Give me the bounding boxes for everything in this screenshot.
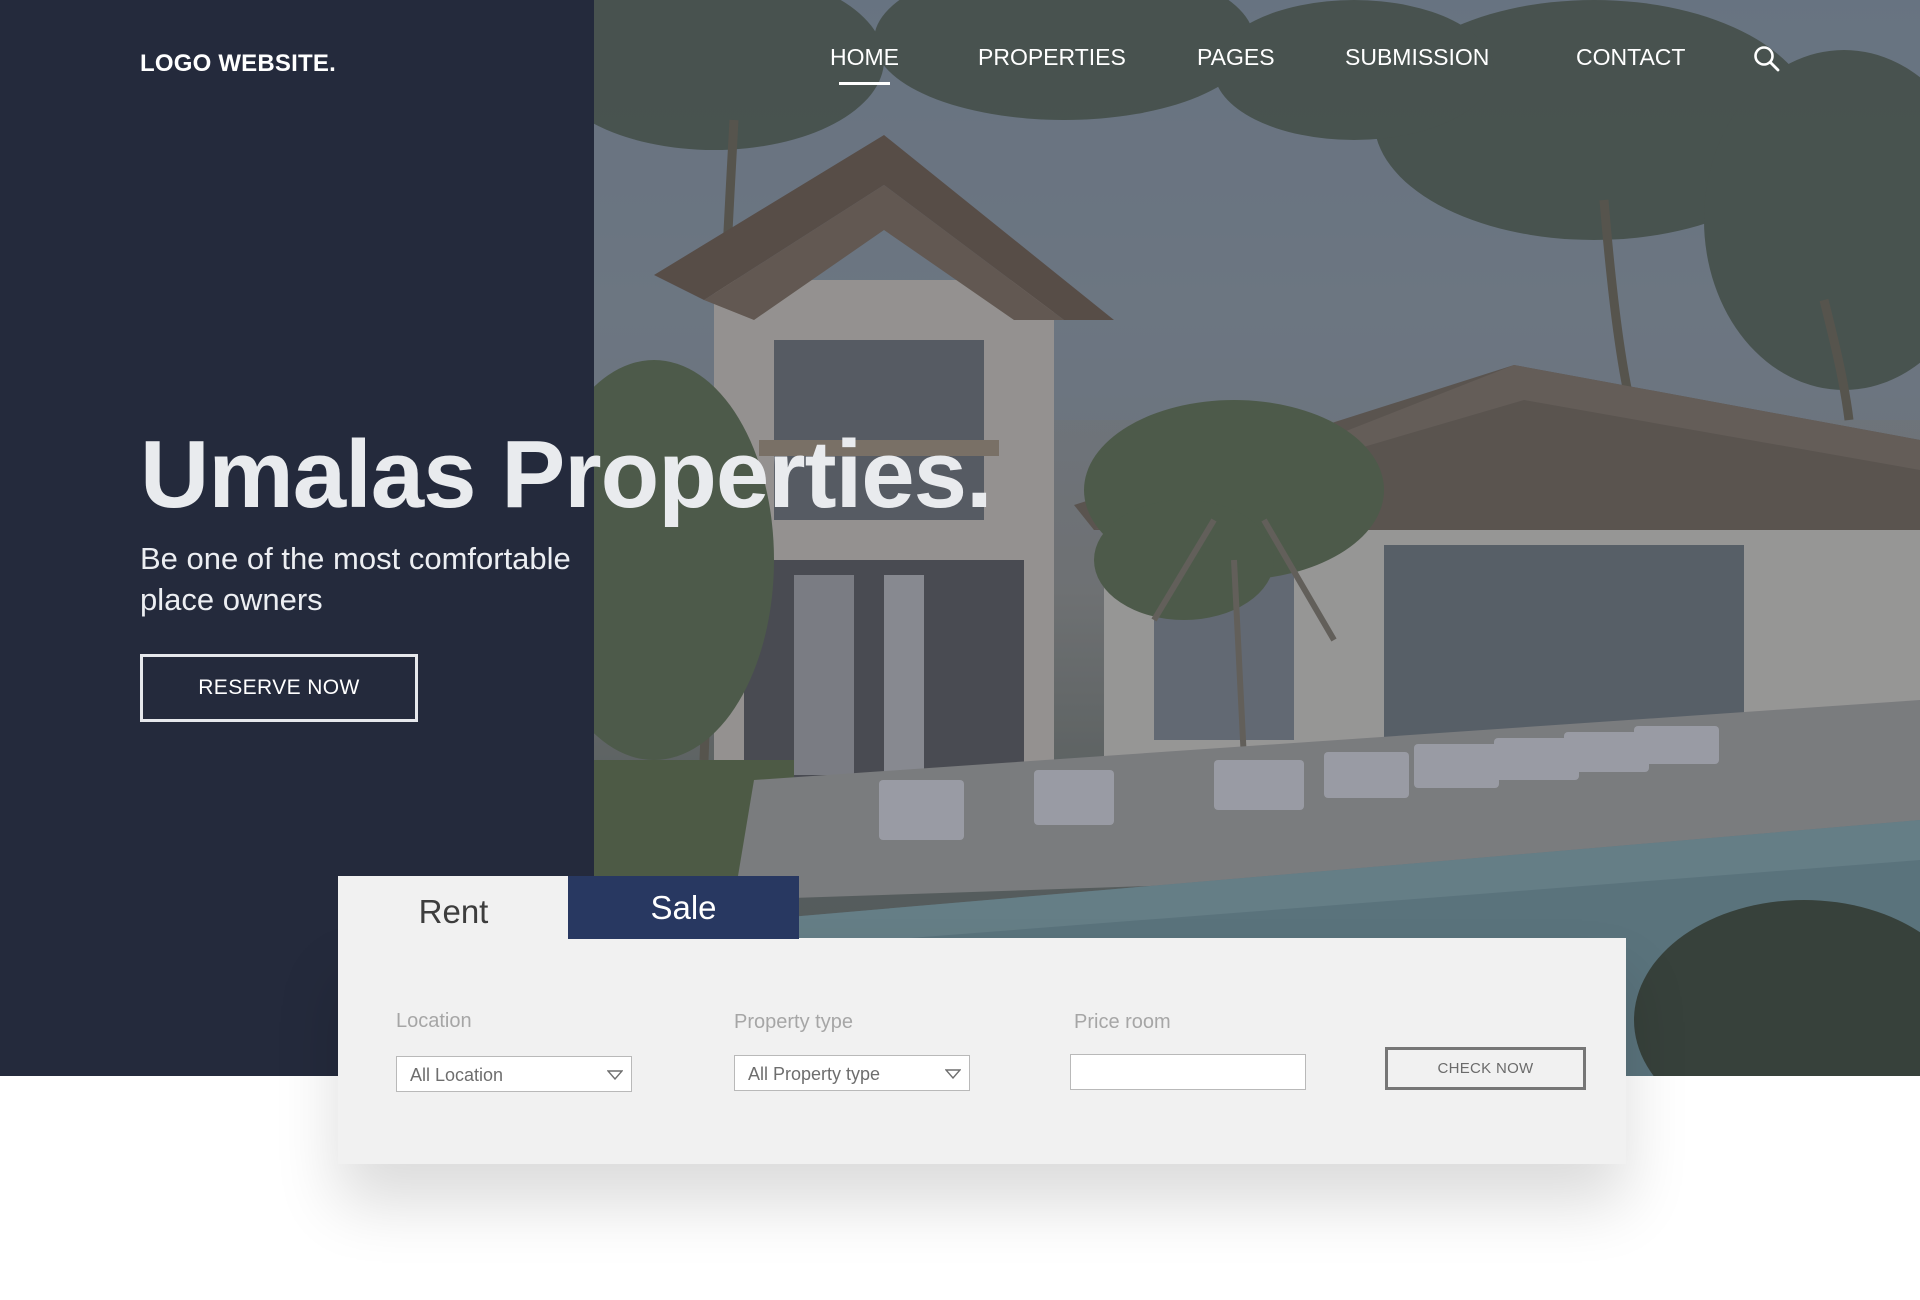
location-select[interactable]: All Location [396,1056,632,1092]
nav-properties[interactable]: PROPERTIES [978,44,1126,71]
tab-rent[interactable]: Rent [338,876,569,939]
property-type-select-value: All Property type [748,1064,881,1084]
tab-sale-label: Sale [650,889,717,926]
check-now-button[interactable]: CHECK NOW [1385,1047,1586,1090]
search-icon[interactable] [1752,44,1782,74]
hero-title: Umalas Properties. [140,421,993,528]
nav-contact[interactable]: CONTACT [1576,44,1685,71]
location-label: Location [396,1010,472,1032]
price-room-label: Price room [1074,1011,1171,1033]
property-type-label: Property type [734,1011,853,1033]
property-type-select[interactable]: All Property type [734,1055,970,1091]
chevron-down-icon [945,1069,961,1079]
price-room-input[interactable] [1070,1054,1306,1090]
nav-home[interactable]: HOME [830,44,899,85]
tab-sale[interactable]: Sale [568,876,799,939]
tab-rent-label: Rent [418,893,489,930]
location-select-value: All Location [410,1065,504,1085]
hero-subtitle: Be one of the most comfortable place own… [140,541,571,617]
chevron-down-icon [607,1070,623,1080]
nav-submission[interactable]: SUBMISSION [1345,44,1489,71]
nav-pages[interactable]: PAGES [1197,44,1275,71]
reserve-now-button[interactable]: RESERVE NOW [140,654,418,722]
hero-section: LOGO WEBSITE. HOME PROPERTIES PAGES SUBM… [0,0,1920,1076]
main-nav: HOME PROPERTIES PAGES SUBMISSION CONTACT [0,44,1920,85]
